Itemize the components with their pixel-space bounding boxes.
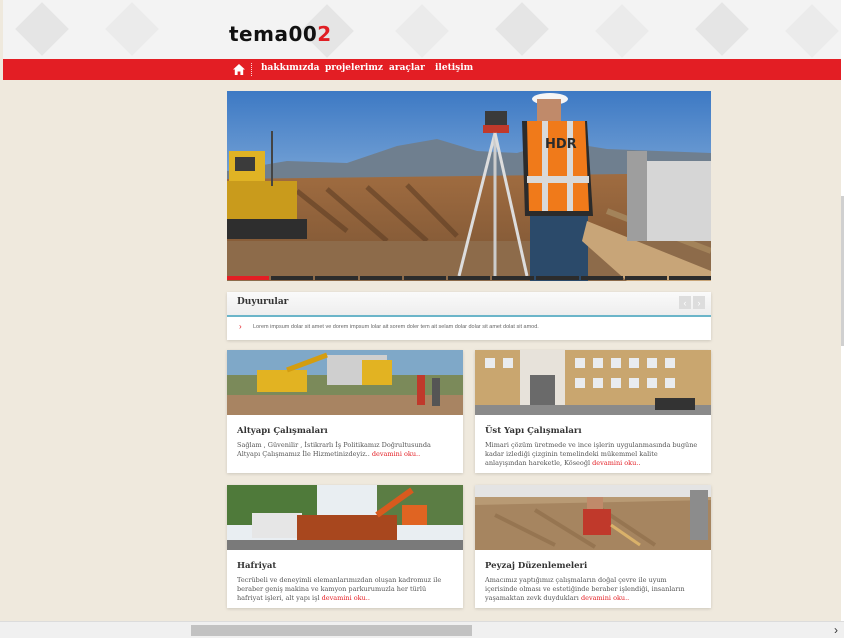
slider-dot[interactable] (271, 276, 314, 280)
horizontal-scrollbar[interactable]: › (0, 621, 844, 638)
read-more-link[interactable]: devamini oku.. (592, 459, 640, 467)
card-description: Sağlam , Güvenilir , İstikrarlı İş Polit… (237, 441, 451, 459)
announcements-title: Duyurular (237, 297, 289, 307)
site-header: tema002 (3, 0, 841, 59)
horizontal-scrollbar-thumb[interactable] (191, 625, 472, 636)
nav-separator (251, 63, 253, 76)
site-logo[interactable]: tema002 (229, 22, 332, 46)
service-card-altyapi: Altyapı Çalışmaları Sağlam , Güvenilir ,… (227, 350, 463, 473)
prev-arrow-icon[interactable]: ‹ (679, 296, 691, 309)
service-card-hafriyat: Hafriyat Tecrübeli ve deneyimli elemanla… (227, 485, 463, 608)
card-title[interactable]: Peyzaj Düzenlemeleri (485, 561, 587, 571)
home-icon[interactable] (232, 63, 246, 76)
service-card-peyzaj: Peyzaj Düzenlemeleri Amacımız yaptığımız… (475, 485, 711, 608)
header-pattern-diamond (105, 2, 159, 56)
slider-dot[interactable] (536, 276, 579, 280)
card-image[interactable] (475, 350, 711, 415)
read-more-link[interactable]: devamini oku.. (322, 594, 370, 602)
slider-dot[interactable] (227, 276, 270, 280)
header-pattern-diamond (15, 2, 69, 56)
slider-dot[interactable] (447, 276, 491, 280)
hero-slider[interactable]: HDR (227, 91, 711, 281)
logo-accent: 2 (317, 22, 332, 46)
slider-dot[interactable] (624, 276, 667, 280)
read-more-link[interactable]: devamini oku.. (581, 594, 629, 602)
browser-viewport: tema002 hakkımızda projelerimz araçlar i… (0, 0, 844, 638)
card-description: Amacımız yaptığımız çalışmaların doğal ç… (485, 576, 699, 603)
slider-dot[interactable] (668, 276, 712, 280)
card-title[interactable]: Altyapı Çalışmaları (237, 426, 328, 436)
card-description: Mimari çözüm üretmede ve ince işlerin uy… (485, 441, 699, 468)
header-pattern-diamond (395, 4, 449, 58)
announcements-box: Duyurular ‹ › › Lorem impsum dolar sit a… (227, 292, 711, 340)
header-pattern-diamond (595, 4, 649, 58)
header-pattern-diamond (695, 2, 749, 56)
next-arrow-icon[interactable]: › (693, 296, 705, 309)
announcements-header: Duyurular ‹ › (227, 292, 711, 317)
card-title[interactable]: Üst Yapı Çalışmaları (485, 426, 582, 436)
nav-item-iletisim[interactable]: iletişim (435, 63, 473, 73)
hero-slide-image: HDR (227, 91, 711, 281)
nav-item-araclar[interactable]: araçlar (389, 63, 425, 73)
slider-dot[interactable] (580, 276, 623, 280)
card-description: Tecrübeli ve deneyimli elemanlarımızdan … (237, 576, 451, 603)
card-title[interactable]: Hafriyat (237, 561, 276, 571)
chevron-right-icon: › (239, 322, 242, 331)
scroll-right-arrow-icon[interactable]: › (834, 623, 838, 637)
nav-item-hakkimizda[interactable]: hakkımızda (261, 63, 319, 73)
announcement-item[interactable]: Lorem impsum dolar sit amet ve dorem imp… (253, 324, 539, 330)
main-nav: hakkımızda projelerimz araçlar iletişim (3, 59, 841, 80)
slider-pagination (227, 276, 712, 280)
slider-dot[interactable] (403, 276, 446, 280)
service-card-ustyapi: Üst Yapı Çalışmaları Mimari çözüm üretme… (475, 350, 711, 473)
slider-dot[interactable] (492, 276, 535, 280)
read-more-link[interactable]: devamini oku.. (372, 450, 420, 458)
header-pattern-diamond (495, 2, 549, 56)
nav-item-projelerimz[interactable]: projelerimz (325, 63, 383, 73)
vest-label: HDR (545, 137, 577, 152)
card-image[interactable] (227, 485, 463, 550)
logo-text: tema00 (229, 22, 318, 46)
announcements-controls: ‹ › (679, 296, 705, 309)
header-pattern-diamond (785, 4, 839, 58)
card-image[interactable] (475, 485, 711, 550)
slider-dot[interactable] (359, 276, 402, 280)
card-image[interactable] (227, 350, 463, 415)
slider-dot[interactable] (315, 276, 358, 280)
